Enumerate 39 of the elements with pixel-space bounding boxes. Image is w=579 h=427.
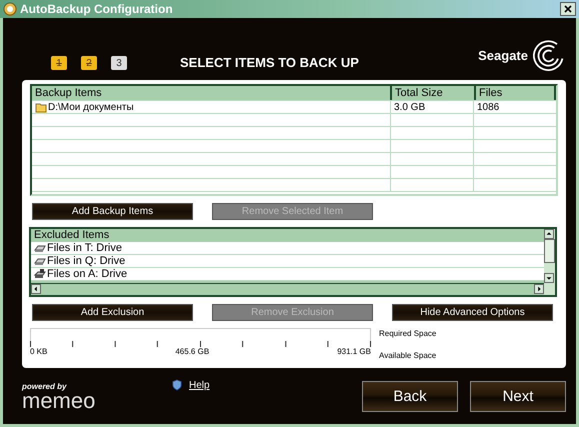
close-icon xyxy=(564,5,572,13)
scroll-right-icon[interactable] xyxy=(534,284,544,294)
table-cell: 3.0 GB xyxy=(391,101,474,113)
nav-button[interactable]: Back xyxy=(362,380,458,412)
scale-label: 465.6 GB xyxy=(175,347,210,356)
scroll-left-icon[interactable] xyxy=(31,284,41,294)
scale-label: 0 KB xyxy=(30,347,48,356)
shield-icon xyxy=(172,379,182,391)
page-heading: SELECT ITEMS TO BACK UP xyxy=(180,55,360,70)
close-button[interactable] xyxy=(560,2,576,16)
list-item[interactable]: Files in Q: Drive xyxy=(47,255,126,267)
brand-name: Seagate xyxy=(478,48,528,62)
table-cell: D:\Мои документы xyxy=(48,102,134,112)
list-item[interactable]: Files on A: Drive xyxy=(47,268,128,280)
step-indicator: 2 xyxy=(81,56,97,70)
app-icon xyxy=(3,2,17,16)
window-title: AutoBackup Configuration xyxy=(20,2,174,16)
memeo-logo: memeo xyxy=(22,390,96,410)
table-cell-text: 1086 xyxy=(476,101,500,113)
powered-by-text: powered by xyxy=(22,382,68,390)
vertical-scrollbar[interactable] xyxy=(544,229,555,295)
action-button[interactable]: Add Backup Items xyxy=(32,203,193,220)
required-space-label: Required Space xyxy=(379,329,436,338)
list-item[interactable]: Files in T: Drive xyxy=(47,242,122,254)
horizontal-scrollbar[interactable] xyxy=(31,283,544,295)
column-header[interactable]: Total Size xyxy=(392,86,476,100)
column-header[interactable]: Backup Items xyxy=(32,86,392,100)
step-indicator: 1 xyxy=(51,56,67,70)
nav-button[interactable]: Next xyxy=(470,380,566,412)
scroll-down-icon[interactable] xyxy=(544,273,554,283)
action-button[interactable]: Add Exclusion xyxy=(32,304,193,321)
scale-label: 931.1 GB xyxy=(337,347,371,356)
scroll-up-icon[interactable] xyxy=(544,229,554,239)
help-link[interactable]: Help xyxy=(189,380,210,390)
floppy-drive-icon xyxy=(34,268,46,280)
action-button[interactable]: Hide Advanced Options xyxy=(392,304,553,321)
column-header[interactable]: Files xyxy=(476,86,556,100)
step-indicator: 3 xyxy=(111,56,127,70)
available-space-label: Available Space xyxy=(379,351,436,360)
